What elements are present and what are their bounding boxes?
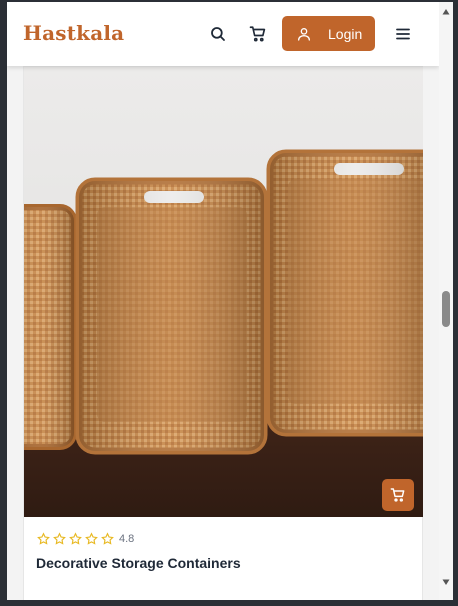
brand-logo[interactable]: Hastkala xyxy=(23,21,124,45)
star-icon xyxy=(69,532,82,545)
search-button[interactable] xyxy=(206,22,230,46)
product-title[interactable]: Decorative Storage Containers xyxy=(36,555,241,571)
scrollbar-thumb[interactable] xyxy=(442,291,450,327)
cart-icon xyxy=(249,26,266,42)
star-icon xyxy=(53,532,66,545)
login-label: Login xyxy=(328,25,363,42)
add-to-cart-button[interactable] xyxy=(382,479,414,511)
user-icon xyxy=(298,27,310,41)
menu-button[interactable] xyxy=(391,22,415,46)
product-image[interactable] xyxy=(24,67,423,517)
rating-value: 4.8 xyxy=(119,533,135,545)
menu-icon xyxy=(396,28,410,40)
basket-photo xyxy=(24,149,423,455)
product-rating: 4.8 xyxy=(36,532,134,546)
browser-viewport: Hastkala Login 4.8 Decorative Storage Co… xyxy=(7,2,439,600)
search-icon xyxy=(211,27,225,41)
star-icon xyxy=(37,532,50,545)
scroll-down-arrow-icon[interactable] xyxy=(442,578,450,586)
scrollbar[interactable] xyxy=(439,2,453,600)
product-card[interactable]: 4.8 Decorative Storage Containers xyxy=(23,66,423,600)
star-icon xyxy=(101,532,114,545)
cart-button[interactable] xyxy=(246,22,270,46)
site-header: Hastkala Login xyxy=(7,2,439,66)
star-icon xyxy=(85,532,98,545)
star-rating xyxy=(36,532,115,546)
scroll-up-arrow-icon[interactable] xyxy=(442,8,450,16)
cart-icon xyxy=(390,488,405,502)
login-button[interactable]: Login xyxy=(282,16,375,51)
